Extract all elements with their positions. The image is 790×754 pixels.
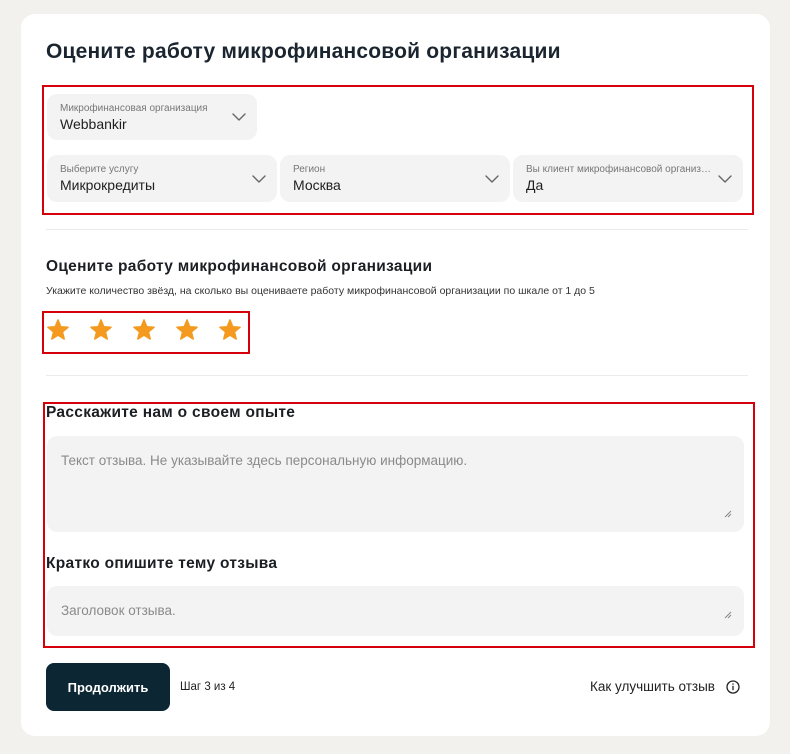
region-select[interactable]: Регион Москва	[280, 155, 510, 202]
review-title-placeholder: Заголовок отзыва.	[61, 603, 176, 618]
rating-section-title: Оцените работу микрофинансовой организац…	[46, 258, 433, 275]
star-icon[interactable]	[219, 319, 241, 341]
section-divider	[46, 229, 748, 230]
chevron-down-icon	[232, 113, 246, 121]
section-divider	[46, 375, 748, 376]
continue-button[interactable]: Продолжить	[46, 663, 170, 711]
topic-section-title: Кратко опишите тему отзыва	[46, 555, 278, 572]
client-select[interactable]: Вы клиент микрофинансовой организации? Д…	[513, 155, 743, 202]
organization-select-value: Webbankir	[60, 116, 127, 132]
region-select-label: Регион	[293, 164, 326, 175]
review-text-placeholder: Текст отзыва. Не указывайте здесь персон…	[61, 453, 468, 468]
info-icon	[726, 679, 740, 694]
organization-select[interactable]: Микрофинансовая организация Webbankir	[47, 94, 257, 140]
resize-handle-icon[interactable]	[724, 510, 732, 518]
review-text-input[interactable]: Текст отзыва. Не указывайте здесь персон…	[47, 436, 744, 532]
chevron-down-icon	[718, 174, 732, 183]
star-icon[interactable]	[133, 319, 155, 341]
star-icon[interactable]	[47, 319, 69, 341]
organization-select-label: Микрофинансовая организация	[60, 103, 208, 114]
page-title: Оцените работу микрофинансовой организац…	[46, 40, 561, 63]
service-select[interactable]: Выберите услугу Микрокредиты	[47, 155, 277, 202]
chevron-down-icon	[252, 174, 266, 183]
client-select-value: Да	[526, 177, 544, 193]
chevron-down-icon	[485, 174, 499, 183]
star-icon[interactable]	[176, 319, 198, 341]
review-title-input[interactable]: Заголовок отзыва.	[47, 586, 744, 636]
how-to-improve-link[interactable]: Как улучшить отзыв	[590, 679, 740, 694]
how-to-improve-link-text: Как улучшить отзыв	[590, 679, 715, 694]
service-select-label: Выберите услугу	[60, 164, 139, 175]
client-select-label: Вы клиент микрофинансовой организации?	[526, 164, 713, 175]
region-select-value: Москва	[293, 177, 341, 193]
step-indicator: Шаг 3 из 4	[180, 681, 236, 693]
star-rating	[47, 319, 241, 341]
star-icon[interactable]	[90, 319, 112, 341]
service-select-value: Микрокредиты	[60, 177, 156, 193]
experience-section-title: Расскажите нам о своем опыте	[46, 404, 296, 421]
rating-hint: Укажите количество звёзд, на сколько вы …	[46, 285, 595, 297]
resize-handle-icon[interactable]	[724, 611, 732, 619]
